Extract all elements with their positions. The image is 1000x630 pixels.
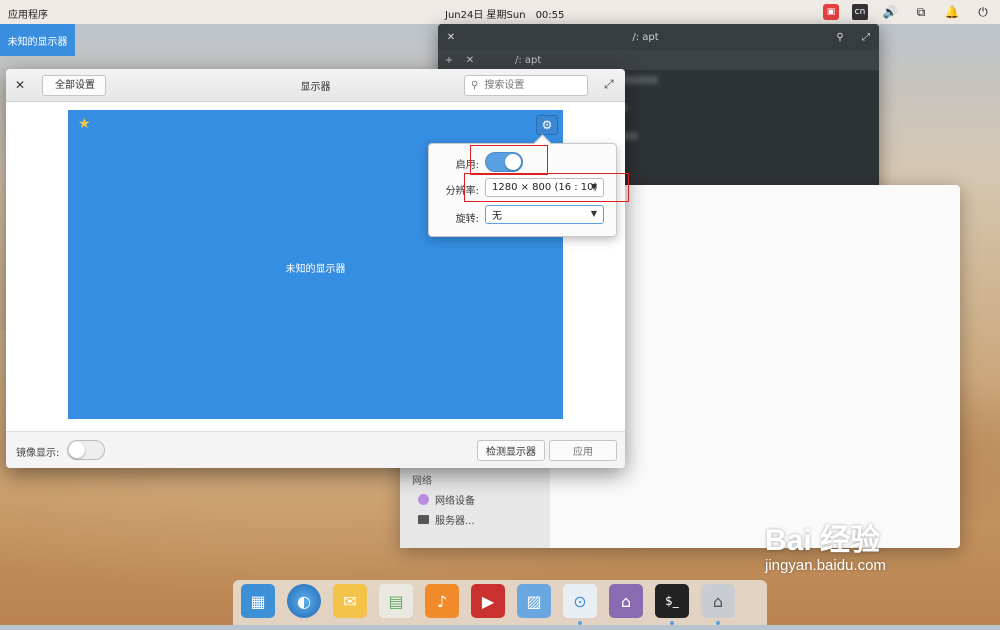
window-header: ✕ 全部设置 显示器 ⚲ ⤢ bbox=[6, 69, 625, 102]
calendar-icon[interactable]: ▤ bbox=[379, 584, 413, 618]
enable-label: 启用: bbox=[455, 160, 479, 171]
terminal-tab-bar: + ✕ /: apt bbox=[438, 50, 879, 70]
volume-icon[interactable]: 🔊 bbox=[881, 3, 899, 21]
power-icon[interactable]: ⏻ bbox=[974, 3, 992, 21]
chevron-down-icon: ▼ bbox=[590, 182, 597, 191]
rotation-value: 无 bbox=[492, 211, 502, 222]
music-icon[interactable]: ♪ bbox=[425, 584, 459, 618]
mirror-display-switch[interactable] bbox=[67, 440, 105, 460]
running-indicator bbox=[670, 621, 674, 625]
network-device-icon bbox=[418, 494, 429, 505]
baidu-watermark: Bai 经验 jingyan.baidu.com bbox=[765, 515, 886, 574]
notifications-icon[interactable]: 🔔 bbox=[943, 3, 961, 21]
display-settings-window: ✕ 全部设置 显示器 ⚲ ⤢ ★ ⚙ 未知的显示器 镜像显示: 检测显示器 应用 bbox=[6, 69, 625, 468]
clock-date: Jun24日 星期Sun bbox=[445, 10, 526, 21]
watermark-url: jingyan.baidu.com bbox=[765, 557, 886, 574]
indicator-area: ▣ cn 🔊 ⧉ 🔔 ⏻ bbox=[823, 3, 992, 21]
rotation-label: 旋转: bbox=[455, 214, 479, 225]
keyboard-layout-icon[interactable]: cn bbox=[852, 4, 868, 20]
resolution-label: 分辨率: bbox=[445, 186, 479, 197]
server-icon bbox=[418, 515, 429, 524]
terminal-titlebar: ✕ /: apt ⚲ ⤢ bbox=[438, 24, 879, 50]
resolution-select[interactable]: 1280 × 800 (16 : 10) ▼ bbox=[485, 178, 604, 197]
dock-apps: ▦ ◐ ✉ ▤ ♪ ▶ ▨ ⊙ ⌂ $_ ⌂ bbox=[241, 584, 735, 625]
apply-button[interactable]: 应用 bbox=[549, 440, 617, 461]
network-icon[interactable]: ⧉ bbox=[912, 3, 930, 21]
terminal-title: /: apt bbox=[632, 31, 659, 43]
switch-knob bbox=[505, 154, 521, 170]
action-bar: 镜像显示: 检测显示器 应用 bbox=[6, 431, 625, 468]
search-input[interactable] bbox=[482, 79, 575, 92]
sidebar-item-servers[interactable]: 服务器... bbox=[418, 512, 475, 527]
photos-icon[interactable]: ▨ bbox=[517, 584, 551, 618]
monitor-settings-popover: 启用: 分辨率: 1280 × 800 (16 : 10) ▼ 旋转: 无 ▼ bbox=[428, 134, 617, 237]
appcenter-icon[interactable]: ⌂ bbox=[609, 584, 643, 618]
terminal-icon[interactable]: $_ bbox=[655, 584, 689, 625]
top-panel: 应用程序 Jun24日 星期Sun 00:55 ▣ cn 🔊 ⧉ 🔔 ⏻ bbox=[0, 0, 1000, 24]
mail-icon[interactable]: ✉ bbox=[333, 584, 367, 618]
resolution-value: 1280 × 800 (16 : 10) bbox=[492, 182, 598, 193]
clock-time: 00:55 bbox=[535, 10, 565, 21]
search-icon[interactable]: ⚲ bbox=[827, 32, 853, 43]
files-icon[interactable]: ⌂ bbox=[701, 584, 735, 625]
network-section-heading: 网络 bbox=[412, 476, 432, 487]
chevron-down-icon: ▼ bbox=[590, 209, 597, 218]
maximize-icon[interactable]: ⤢ bbox=[853, 32, 879, 43]
switch-knob bbox=[69, 442, 85, 458]
monitor-identifier-tag: 未知的显示器 bbox=[0, 24, 75, 56]
applications-menu[interactable]: 应用程序 bbox=[8, 6, 48, 21]
mirror-display-label: 镜像显示: bbox=[16, 448, 60, 459]
primary-display-star-icon[interactable]: ★ bbox=[78, 116, 91, 132]
sidebar-item-label: 服务器... bbox=[435, 516, 475, 527]
system-settings-icon[interactable]: ⊙ bbox=[563, 584, 597, 625]
running-indicator bbox=[716, 621, 720, 625]
close-icon[interactable]: ✕ bbox=[438, 32, 464, 43]
gear-icon[interactable]: ⚙ bbox=[536, 115, 558, 135]
sidebar-item-network-devices[interactable]: 网络设备 bbox=[418, 492, 475, 507]
rotation-select[interactable]: 无 ▼ bbox=[485, 205, 604, 224]
enable-display-switch[interactable] bbox=[485, 152, 523, 172]
watermark-logo-text: Bai 经验 bbox=[765, 524, 881, 557]
search-field[interactable]: ⚲ bbox=[464, 75, 588, 96]
sidebar-item-label: 网络设备 bbox=[435, 496, 475, 507]
web-browser-icon[interactable]: ◐ bbox=[287, 584, 321, 618]
maximize-icon[interactable]: ⤢ bbox=[604, 77, 614, 92]
terminal-tab[interactable]: /: apt bbox=[515, 55, 541, 66]
close-tab-icon[interactable]: ✕ bbox=[460, 55, 480, 66]
running-indicator bbox=[578, 621, 582, 625]
videos-icon[interactable]: ▶ bbox=[471, 584, 505, 618]
clock[interactable]: Jun24日 星期Sun 00:55 bbox=[445, 6, 564, 21]
notification-app-icon[interactable]: ▣ bbox=[823, 4, 839, 20]
new-tab-icon[interactable]: + bbox=[438, 55, 460, 66]
multitasking-view-icon[interactable]: ▦ bbox=[241, 584, 275, 618]
monitor-name: 未知的显示器 bbox=[285, 264, 346, 275]
search-icon: ⚲ bbox=[471, 80, 479, 91]
detect-displays-button[interactable]: 检测显示器 bbox=[477, 440, 545, 461]
